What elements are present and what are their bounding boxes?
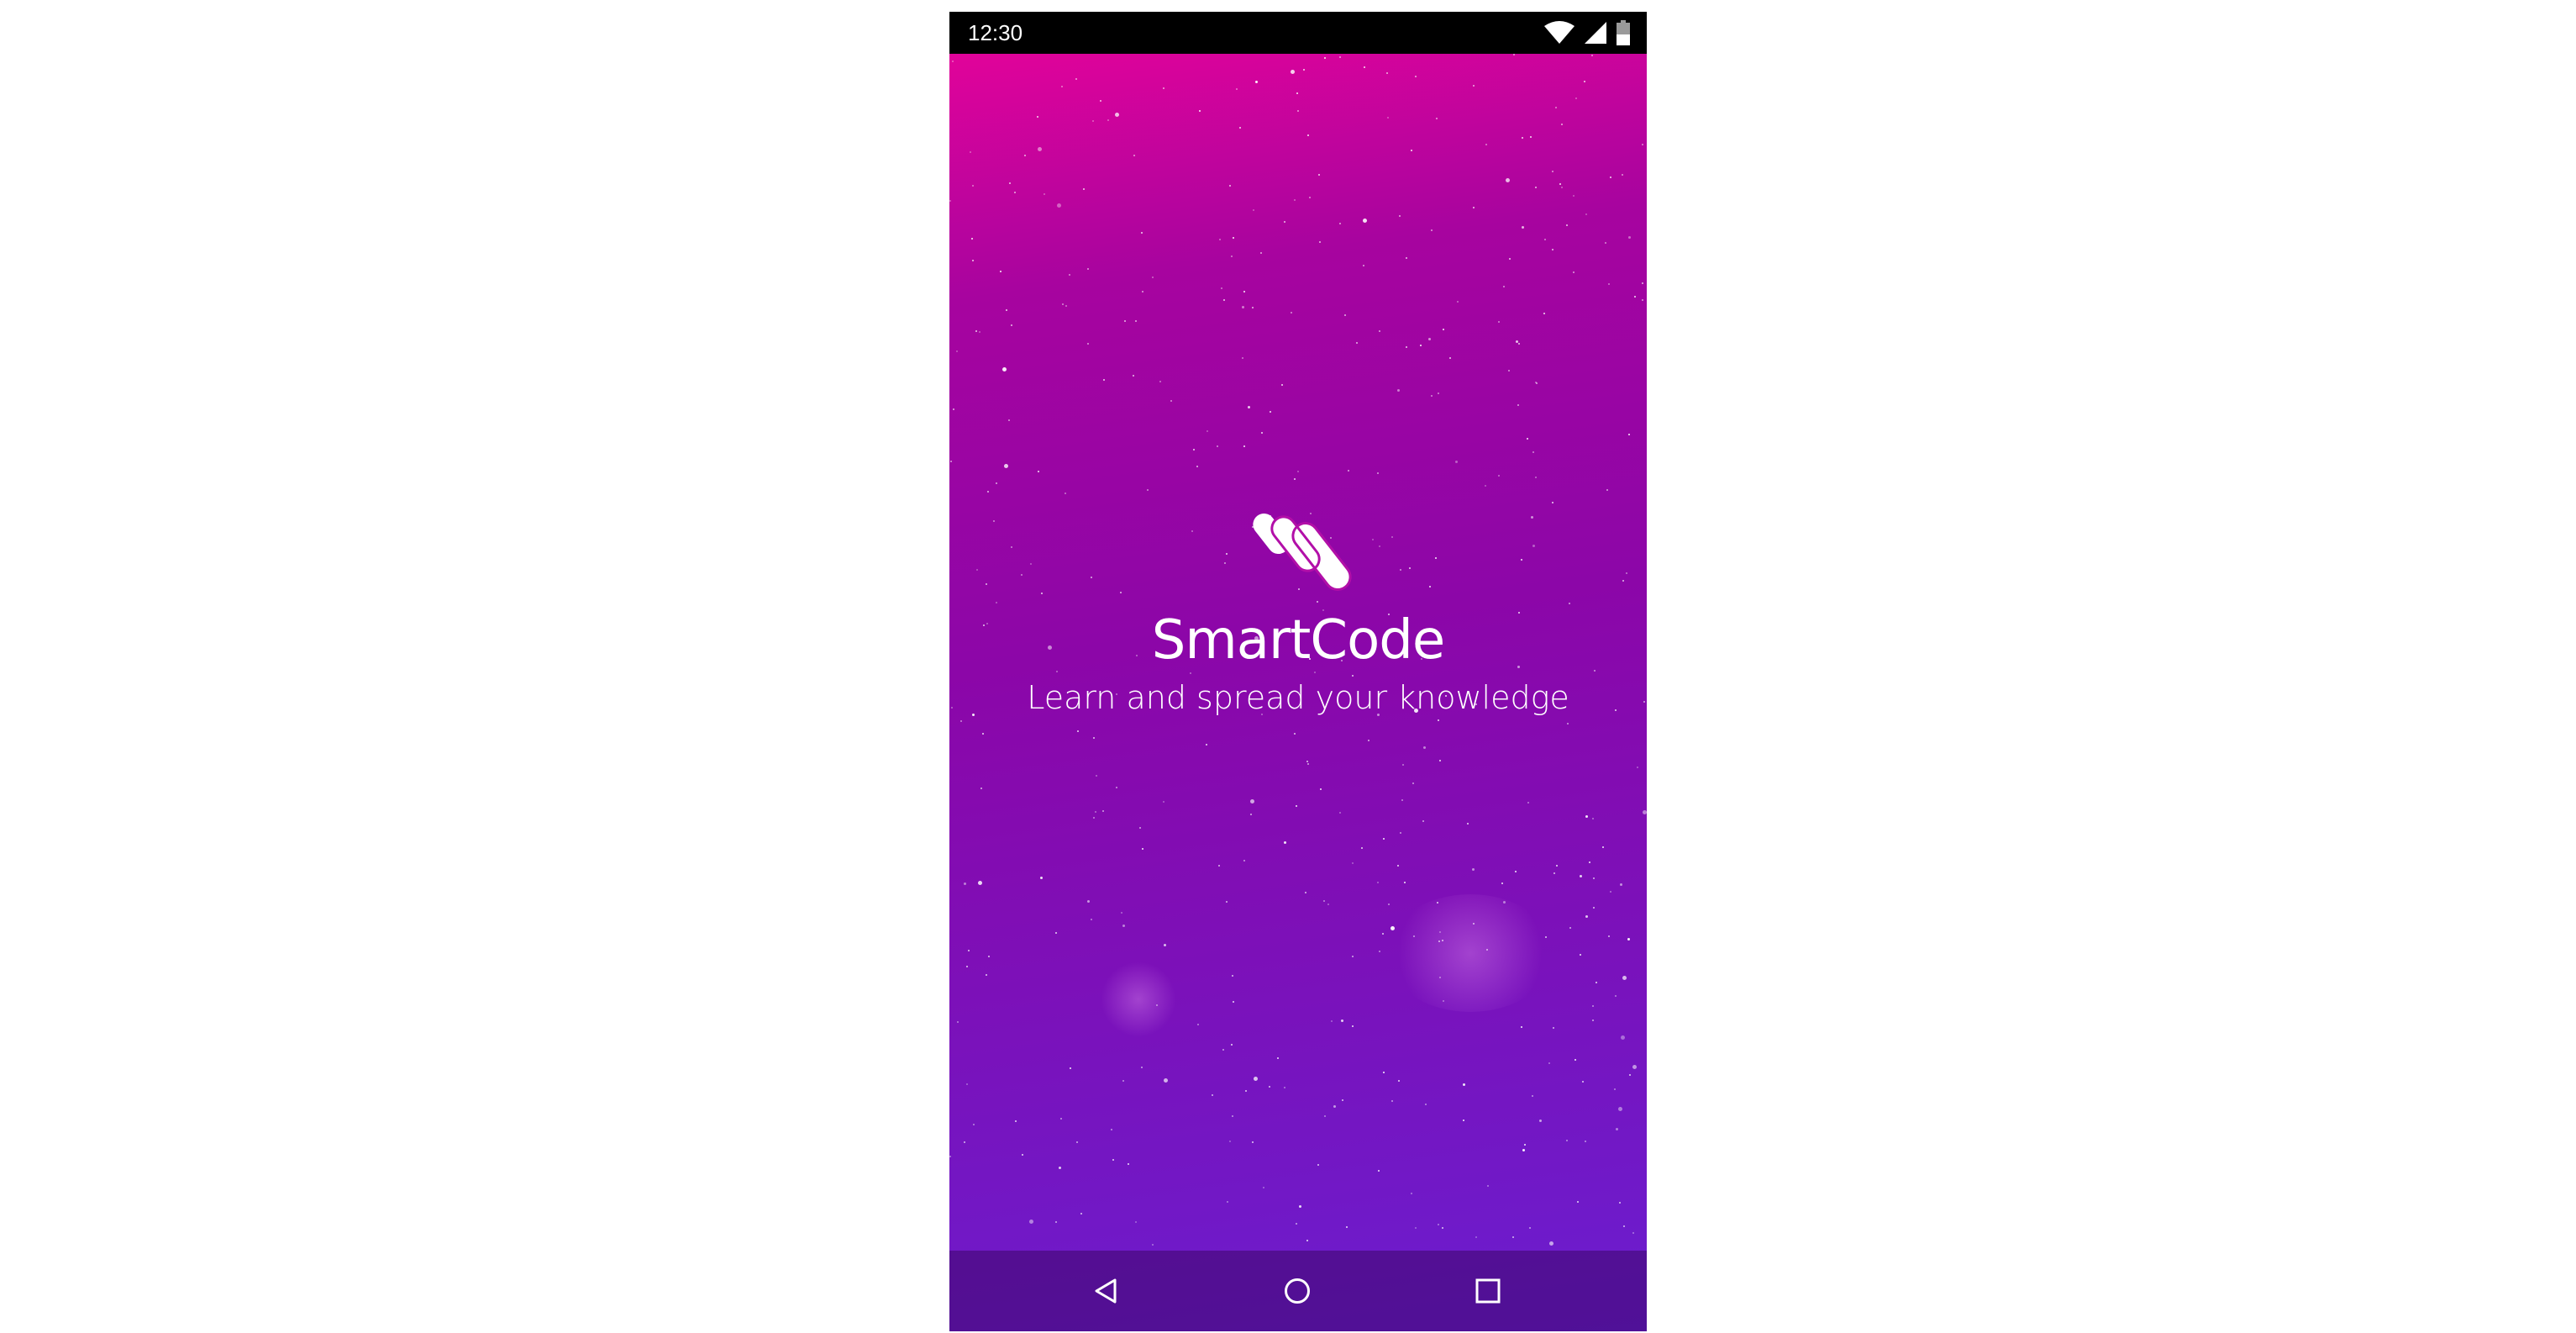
recents-button[interactable] <box>1468 1271 1508 1311</box>
nebula-glow <box>1386 894 1554 1012</box>
home-icon <box>1283 1277 1312 1305</box>
navigation-bar <box>949 1251 1647 1331</box>
cellular-signal-icon <box>1585 22 1606 44</box>
status-time: 12:30 <box>968 20 1023 45</box>
app-tagline: Learn and spread your knowledge <box>1027 679 1569 716</box>
back-icon <box>1091 1277 1120 1305</box>
phone-frame: 12:30 SmartCode Learn and spread your kn… <box>949 12 1647 1331</box>
status-bar: 12:30 <box>949 12 1647 54</box>
splash-screen: SmartCode Learn and spread your knowledg… <box>949 54 1647 1331</box>
smartcode-logo-icon <box>949 508 1647 600</box>
home-button[interactable] <box>1277 1271 1317 1311</box>
recents-icon <box>1474 1277 1502 1305</box>
battery-icon <box>1617 20 1630 45</box>
back-button[interactable] <box>1086 1271 1126 1311</box>
wifi-icon <box>1544 21 1575 45</box>
brand-block: SmartCode Learn and spread your knowledg… <box>949 508 1647 718</box>
nebula-glow <box>1101 962 1176 1037</box>
app-title: SmartCode <box>1151 609 1445 672</box>
status-icons <box>1544 20 1630 45</box>
